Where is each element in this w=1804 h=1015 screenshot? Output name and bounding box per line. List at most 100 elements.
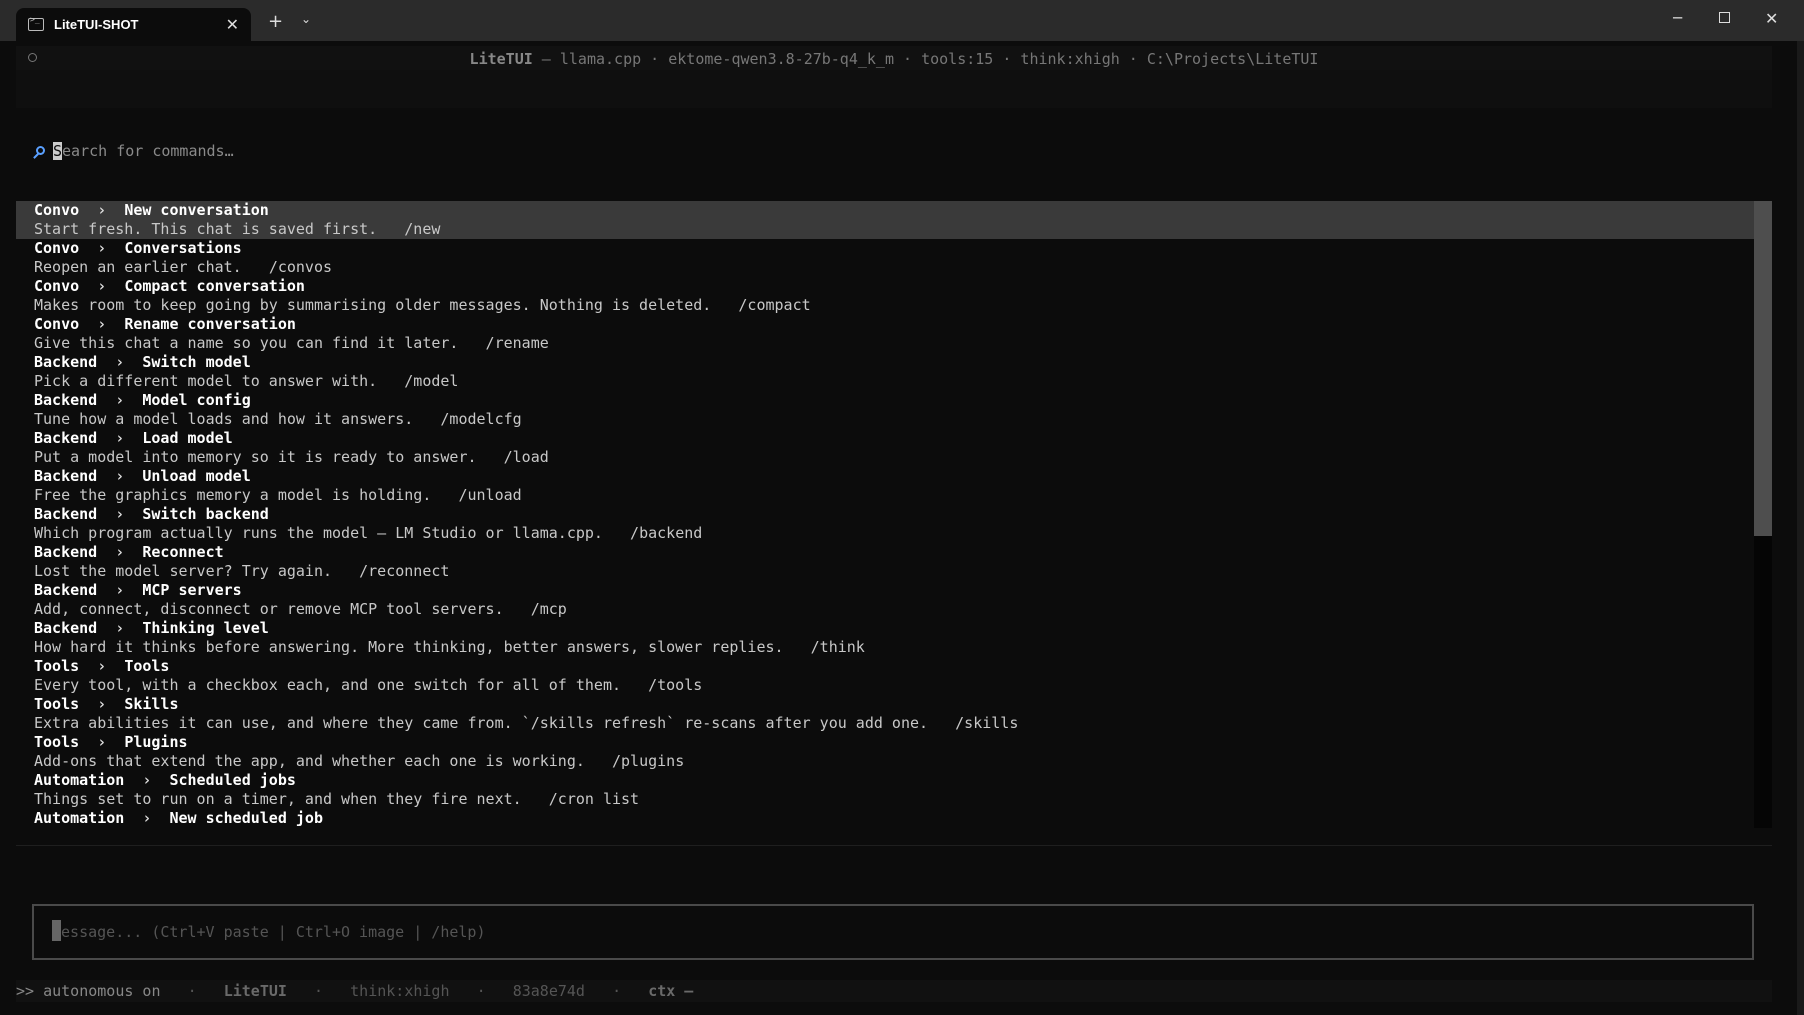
- command-search[interactable]: Search for commands…: [36, 142, 234, 160]
- close-tab-icon[interactable]: ✕: [226, 15, 239, 34]
- chevron-right-icon: ›: [115, 391, 125, 409]
- new-tab-button[interactable]: +: [268, 11, 283, 32]
- command-title: Backend › Unload model: [34, 467, 1754, 486]
- chevron-right-icon: ›: [97, 315, 107, 333]
- command-name: Tools: [124, 657, 170, 675]
- chevron-right-icon: ›: [97, 695, 107, 713]
- command-group: Tools: [34, 695, 80, 713]
- command-title: Convo › Rename conversation: [34, 315, 1754, 334]
- command-item[interactable]: Tools › Skills Extra abilities it can use…: [16, 695, 1754, 733]
- command-group: Backend: [34, 391, 98, 409]
- command-desc-text: Makes room to keep going by summarising …: [34, 296, 712, 314]
- command-title: Tools › Tools: [34, 657, 1754, 676]
- search-placeholder: earch for commands…: [62, 142, 234, 160]
- command-item[interactable]: Convo › Conversations Reopen an earlier c…: [16, 239, 1754, 277]
- command-slash: /unload: [458, 486, 522, 504]
- command-title: Automation › Scheduled jobs: [34, 771, 1754, 790]
- command-item[interactable]: Backend › Switch model Pick a different m…: [16, 353, 1754, 391]
- command-title: Automation › New scheduled job: [34, 809, 1754, 828]
- command-group: Tools: [34, 657, 80, 675]
- chevron-right-icon: ›: [97, 201, 107, 219]
- header-details: — llama.cpp · ektome-qwen3.8-27b-q4_k_m …: [532, 50, 1319, 68]
- command-title: Backend › Reconnect: [34, 543, 1754, 562]
- command-description: Free the graphics memory a model is hold…: [34, 486, 1754, 505]
- command-item[interactable]: Backend › Load model Put a model into mem…: [16, 429, 1754, 467]
- command-item[interactable]: Backend › Switch backend Which program ac…: [16, 505, 1754, 543]
- command-name: Thinking level: [142, 619, 269, 637]
- command-description: Start fresh. This chat is saved first. /…: [34, 220, 1754, 239]
- command-item[interactable]: Convo › New conversation Start fresh. Thi…: [16, 201, 1754, 239]
- command-name: MCP servers: [142, 581, 242, 599]
- message-box: [32, 904, 1754, 960]
- command-item[interactable]: Backend › Thinking level How hard it thin…: [16, 619, 1754, 657]
- command-desc-text: Put a model into memory so it is ready t…: [34, 448, 477, 466]
- command-description: Lost the model server? Try again. /recon…: [34, 562, 1754, 581]
- footer-dot: ·: [187, 982, 197, 1000]
- command-item[interactable]: Automation › New scheduled job: [16, 809, 1754, 828]
- message-input[interactable]: [52, 921, 1732, 943]
- command-slash: /tools: [648, 676, 703, 694]
- command-name: Switch model: [142, 353, 251, 371]
- command-group: Backend: [34, 353, 98, 371]
- command-slash: /model: [404, 372, 459, 390]
- command-group: Convo: [34, 201, 80, 219]
- command-item[interactable]: Backend › Reconnect Lost the model server…: [16, 543, 1754, 581]
- chevron-right-icon: ›: [115, 429, 125, 447]
- chevron-down-icon[interactable]: ⌄: [301, 12, 311, 26]
- command-description: Extra abilities it can use, and where th…: [34, 714, 1754, 733]
- command-name: Conversations: [124, 239, 242, 257]
- command-title: Convo › New conversation: [34, 201, 1754, 220]
- minimize-button[interactable]: ─: [1673, 9, 1682, 27]
- command-slash: /cron list: [548, 790, 640, 808]
- footer-mode: >> autonomous on: [16, 982, 161, 1000]
- header-app: LiteTUI: [469, 50, 533, 68]
- command-desc-text: Add-ons that extend the app, and whether…: [34, 752, 585, 770]
- maximize-button[interactable]: [1719, 12, 1730, 23]
- scrollbar[interactable]: [1754, 201, 1772, 828]
- footer-dot: ·: [314, 982, 324, 1000]
- command-name: Skills: [124, 695, 179, 713]
- chevron-right-icon: ›: [115, 543, 125, 561]
- chevron-right-icon: ›: [97, 239, 107, 257]
- command-desc-text: Extra abilities it can use, and where th…: [34, 714, 929, 732]
- command-group: Convo: [34, 239, 80, 257]
- command-name: New scheduled job: [169, 809, 323, 827]
- terminal-tab[interactable]: LiteTUI-SHOT ✕: [16, 8, 251, 41]
- scrollbar-thumb[interactable]: [1754, 201, 1772, 536]
- footer-ctx: ctx –: [648, 982, 694, 1000]
- command-desc-text: Reopen an earlier chat.: [34, 258, 242, 276]
- command-item[interactable]: Automation › Scheduled jobs Things set to…: [16, 771, 1754, 809]
- command-title: Convo › Compact conversation: [34, 277, 1754, 296]
- command-item[interactable]: Backend › MCP servers Add, connect, disco…: [16, 581, 1754, 619]
- chevron-right-icon: ›: [142, 809, 152, 827]
- chevron-right-icon: ›: [115, 619, 125, 637]
- tab-title: LiteTUI-SHOT: [54, 17, 139, 32]
- command-desc-text: Start fresh. This chat is saved first.: [34, 220, 378, 238]
- command-desc-text: Which program actually runs the model — …: [34, 524, 603, 542]
- command-title: Backend › Thinking level: [34, 619, 1754, 638]
- command-slash: /rename: [485, 334, 549, 352]
- chevron-right-icon: ›: [142, 771, 152, 789]
- command-item[interactable]: Convo › Compact conversation Makes room t…: [16, 277, 1754, 315]
- command-item[interactable]: Tools › Tools Every tool, with a checkbox…: [16, 657, 1754, 695]
- command-group: Automation: [34, 809, 125, 827]
- command-title: Tools › Skills: [34, 695, 1754, 714]
- command-item[interactable]: Tools › Plugins Add-ons that extend the a…: [16, 733, 1754, 771]
- command-group: Backend: [34, 581, 98, 599]
- command-description: Put a model into memory so it is ready t…: [34, 448, 1754, 467]
- command-description: Add-ons that extend the app, and whether…: [34, 752, 1754, 771]
- close-window-button[interactable]: ✕: [1765, 9, 1778, 28]
- command-item[interactable]: Backend › Model config Tune how a model l…: [16, 391, 1754, 429]
- command-group: Backend: [34, 505, 98, 523]
- window-edge: [1797, 41, 1804, 1015]
- command-group: Backend: [34, 619, 98, 637]
- command-item[interactable]: Convo › Rename conversation Give this cha…: [16, 315, 1754, 353]
- tab-bar: LiteTUI-SHOT ✕ + ⌄ ─ ✕: [0, 0, 1804, 41]
- command-list[interactable]: Convo › New conversation Start fresh. Thi…: [16, 201, 1754, 828]
- search-icon: [36, 146, 45, 155]
- command-item[interactable]: Backend › Unload model Free the graphics …: [16, 467, 1754, 505]
- command-desc-text: Tune how a model loads and how it answer…: [34, 410, 414, 428]
- footer-app: LiteTUI: [223, 982, 287, 1000]
- footer-hash: 83a8e74d: [512, 982, 585, 1000]
- command-group: Backend: [34, 543, 98, 561]
